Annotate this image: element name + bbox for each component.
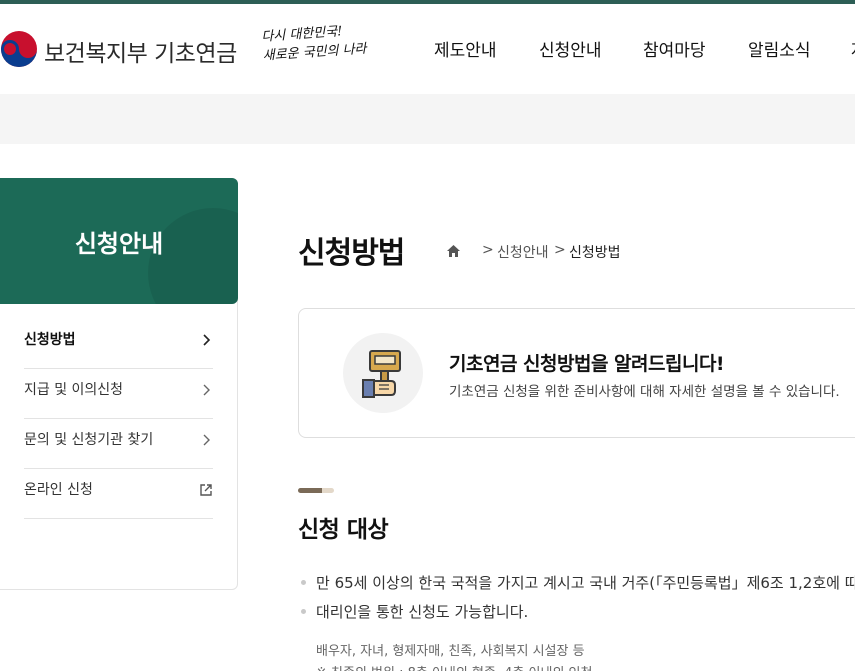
section-title: 신청 대상 <box>298 517 389 543</box>
sidebar: 신청안내 신청방법 지급 및 이의신청 문의 및 신청기관 찾기 온라인 신청 <box>0 178 238 590</box>
sidebar-item-label: 온라인 신청 <box>24 482 93 498</box>
chevron-right-icon <box>203 334 211 346</box>
eligibility-list: 만 65세 이상의 한국 국적을 가지고 계시고 국내 거주(「주민등록법」제6… <box>300 572 855 630</box>
list-item: 대리인을 통한 신청도 가능합니다. <box>300 601 855 630</box>
nav-item-news[interactable]: 알림소식 <box>748 36 811 61</box>
sidebar-menu: 신청방법 지급 및 이의신청 문의 및 신청기관 찾기 온라인 신청 <box>24 319 213 519</box>
sidebar-item-label: 지급 및 이의신청 <box>24 382 124 398</box>
page-title: 신청방법 <box>298 236 405 271</box>
slogan: 다시 대한민국! 새로운 국민의 나라 <box>261 20 373 66</box>
site-header: 보건복지부 기초연금 다시 대한민국! 새로운 국민의 나라 제도안내 신청안내… <box>0 4 855 94</box>
nav-item-more[interactable]: 자 <box>851 36 855 61</box>
chevron-right-icon <box>203 434 210 446</box>
intro-box: 기초연금 신청방법을 알려드립니다! 기초연금 신청을 위한 준비사항에 대해 … <box>298 308 855 438</box>
sidebar-header: 신청안내 <box>0 178 238 304</box>
section-accent-light <box>322 488 334 493</box>
sub-header-band <box>0 94 855 144</box>
breadcrumb-parent-link[interactable]: 신청안내 <box>497 242 549 262</box>
list-item: 만 65세 이상의 한국 국적을 가지고 계시고 국내 거주(「주민등록법」제6… <box>300 572 855 601</box>
home-icon[interactable] <box>446 244 461 258</box>
sidebar-item-online-apply[interactable]: 온라인 신청 <box>24 469 213 519</box>
nav-item-apply[interactable]: 신청안내 <box>539 36 602 61</box>
breadcrumb-separator: > <box>554 242 566 258</box>
chevron-right-icon <box>203 384 210 396</box>
nav-item-system[interactable]: 제도안내 <box>434 36 497 61</box>
intro-title: 기초연금 신청방법을 알려드립니다! <box>449 353 725 375</box>
nav-item-participate[interactable]: 참여마당 <box>643 36 706 61</box>
section-title-accent <box>298 488 334 493</box>
sidebar-item-payment-objection[interactable]: 지급 및 이의신청 <box>24 369 213 419</box>
intro-icon-circle <box>343 333 423 413</box>
hand-sign-icon <box>362 350 401 398</box>
site-logo-text[interactable]: 보건복지부 기초연금 <box>44 34 237 68</box>
sidebar-title: 신청안내 <box>74 230 164 258</box>
sidebar-item-inquiry-office[interactable]: 문의 및 신청기관 찾기 <box>24 419 213 469</box>
sidebar-item-label: 문의 및 신청기관 찾기 <box>24 432 154 448</box>
proxy-examples: 배우자, 자녀, 형제자매, 친족, 사회복지 시설장 등 <box>316 644 585 659</box>
sidebar-item-label: 신청방법 <box>24 332 76 348</box>
intro-description: 기초연금 신청을 위한 준비사항에 대해 자세한 설명을 볼 수 있습니다. <box>449 384 840 400</box>
breadcrumb-current: 신청방법 <box>569 245 621 261</box>
breadcrumb-separator: > <box>482 242 494 258</box>
government-logo-icon[interactable] <box>0 30 38 68</box>
external-link-icon <box>200 484 212 496</box>
relatives-note: ※ 친족의 범위 : 8촌 이내의 혈족, 4촌 이내의 인척 <box>316 662 592 671</box>
section-accent-dark <box>298 488 322 493</box>
sidebar-item-apply-method[interactable]: 신청방법 <box>24 319 213 369</box>
